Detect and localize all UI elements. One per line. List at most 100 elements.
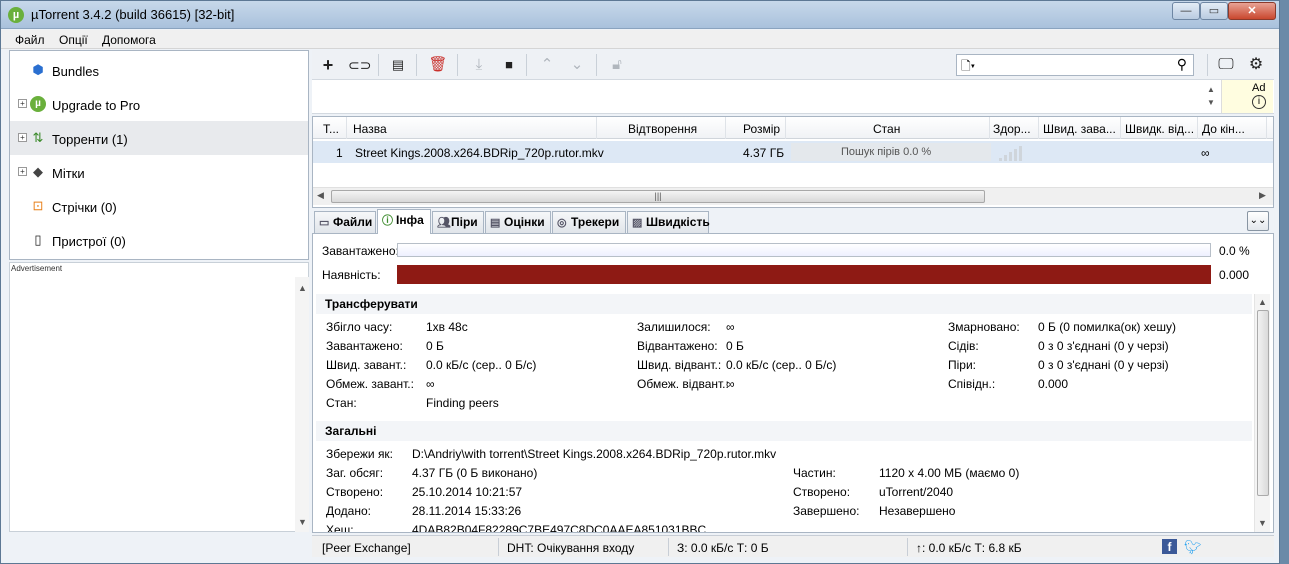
remove-torrent-button[interactable]: 🗑 <box>427 55 449 75</box>
ad-scrollbar[interactable]: ▲ ▼ <box>295 277 309 532</box>
row-name: Street Kings.2008.x264.BDRip_720p.rutor.… <box>355 146 604 160</box>
ad-scroll-arrows[interactable]: ▲ ▼ <box>1207 83 1215 109</box>
scroll-up-icon[interactable]: ▲ <box>1258 297 1267 307</box>
remaining-label: Залишилося: <box>637 320 711 334</box>
title-bar: µ µTorrent 3.4.2 (build 36615) [32-bit] … <box>1 1 1279 29</box>
column-header-name[interactable]: Назва <box>353 122 387 136</box>
sidebar-item-torrents[interactable]: + ⇅ Торренти (1) <box>10 121 308 155</box>
unlock-icon[interactable]: 🔓︎ <box>606 55 628 75</box>
torrents-icon: ⇅ <box>32 130 44 145</box>
row-number: 1 <box>336 146 343 160</box>
upload-status[interactable]: ↑: 0.0 кБ/с Т: 6.8 кБ <box>916 541 1022 555</box>
menu-file[interactable]: Файл <box>15 33 45 47</box>
column-separator <box>785 117 786 139</box>
info-icon[interactable]: i <box>1252 95 1266 109</box>
column-header-playback[interactable]: Відтворення <box>628 122 697 136</box>
settings-gear-icon[interactable]: ⚙ <box>1245 55 1267 75</box>
expand-icon[interactable]: + <box>18 133 27 142</box>
menu-options[interactable]: Опції <box>59 33 88 47</box>
download-status[interactable]: З: 0.0 кБ/с Т: 0 Б <box>677 541 769 555</box>
collapse-panel-button[interactable]: ⌄⌄ <box>1247 211 1269 231</box>
add-torrent-button[interactable]: + <box>317 55 339 75</box>
added-label: Додано: <box>326 504 371 518</box>
twitter-icon[interactable]: 🐦︎ <box>1184 539 1202 556</box>
device-icon: ▯ <box>34 232 42 247</box>
sidebar-item-labels[interactable]: + ◆ Мітки <box>10 155 308 189</box>
search-input[interactable] <box>987 57 1167 73</box>
move-down-button[interactable]: ⌄ <box>566 55 588 75</box>
toolbar-separator <box>1207 54 1208 76</box>
table-row[interactable]: 1 Street Kings.2008.x264.BDRip_720p.ruto… <box>313 141 1273 163</box>
scroll-right-icon[interactable]: ▶ <box>1259 190 1266 201</box>
transfer-heading: Трансферувати <box>316 294 1252 314</box>
expand-icon[interactable]: + <box>18 167 27 176</box>
tab-info[interactable]: ⓘ Інфа <box>377 209 431 234</box>
minimize-button[interactable]: — <box>1172 2 1200 20</box>
pex-status: [Peer Exchange] <box>322 541 411 555</box>
scroll-up-icon[interactable]: ▲ <box>298 283 307 293</box>
tab-label: Швидкість <box>646 215 710 229</box>
column-header-up-speed[interactable]: Швидк. від... <box>1125 122 1197 136</box>
wasted-value: 0 Б (0 помилка(ок) хешу) <box>1038 320 1176 334</box>
elapsed-label: Збігло часу: <box>326 320 393 334</box>
scrollbar-thumb[interactable]: ||| <box>331 190 985 203</box>
window-title: µTorrent 3.4.2 (build 36615) [32-bit] <box>31 7 235 22</box>
menu-help[interactable]: Допомога <box>102 33 156 47</box>
save-as-value: D:\Andriy\with torrent\Street Kings.2008… <box>412 447 777 461</box>
tab-files[interactable]: ▭ Файли <box>314 211 376 233</box>
toolbar-separator <box>596 54 597 76</box>
tab-peers[interactable]: 👥︎Піри <box>432 211 484 233</box>
ad-banner: ▲ ▼ Ad i <box>312 80 1274 114</box>
info-icon: ⓘ <box>382 215 393 227</box>
dht-status[interactable]: DHT: Очікування входу <box>507 541 634 555</box>
column-header-size[interactable]: Розмір <box>743 122 780 136</box>
search-icon[interactable]: ⚲ <box>1177 56 1187 73</box>
general-heading: Загальні <box>316 421 1252 441</box>
remote-monitor-button[interactable]: 🖵︎ <box>1215 55 1237 75</box>
sidebar-item-feeds[interactable]: ⊡ Стрічки (0) <box>10 189 308 223</box>
scroll-left-icon[interactable]: ◀ <box>317 190 324 201</box>
sidebar-item-bundles[interactable]: ⬢ Bundles <box>10 53 308 87</box>
toolbar-separator <box>378 54 379 76</box>
ad-box[interactable]: Ad i <box>1221 80 1273 113</box>
horizontal-scrollbar[interactable]: ◀ ||| ▶ <box>313 187 1273 205</box>
scroll-down-icon[interactable]: ▼ <box>1258 518 1267 528</box>
search-box[interactable]: 🗋︎▾ ⚲ <box>956 54 1194 76</box>
expand-icon[interactable]: + <box>18 99 27 108</box>
info-panel: Завантажено: 0.0 % Наявність: 0.000 Тран… <box>312 233 1274 533</box>
tag-icon: ◆ <box>33 164 43 179</box>
created-by-value: uTorrent/2040 <box>879 485 954 499</box>
column-header-number[interactable]: Т... <box>323 122 345 136</box>
ad-label: Advertisement <box>11 264 63 273</box>
scrollbar-thumb[interactable] <box>1257 310 1269 496</box>
sidebar-item-devices[interactable]: ▯ Пристрої (0) <box>10 223 308 257</box>
document-dropdown-icon[interactable]: 🗋︎▾ <box>961 57 975 78</box>
column-header-status[interactable]: Стан <box>873 122 900 136</box>
add-url-button[interactable]: ⊂⊃ <box>348 55 371 75</box>
total-size-label: Заг. обсяг: <box>326 466 384 480</box>
maximize-button[interactable]: ▭ <box>1200 2 1228 20</box>
vertical-scrollbar[interactable]: ▲ ▼ <box>1254 294 1270 532</box>
tab-trackers[interactable]: ◎ Трекери <box>552 211 626 233</box>
column-header-down-speed[interactable]: Швид. зава... <box>1043 122 1119 136</box>
sidebar-item-upgrade[interactable]: + µ Upgrade to Pro <box>10 87 308 121</box>
tab-ratings[interactable]: ▤ Оцінки <box>485 211 551 233</box>
stop-button[interactable]: ■ <box>498 55 520 75</box>
create-torrent-button[interactable]: ▤ <box>387 55 409 75</box>
status-separator <box>668 538 669 556</box>
close-button[interactable]: ✕ <box>1228 2 1276 20</box>
start-button[interactable]: ⤓ <box>468 55 490 75</box>
created-on-value: 25.10.2014 10:21:57 <box>412 485 523 499</box>
move-up-button[interactable]: ⌃ <box>536 55 558 75</box>
downloaded-label: Завантажено: <box>322 244 399 258</box>
tab-speed[interactable]: ▨ Швидкість <box>627 211 710 233</box>
column-header-health[interactable]: Здор... <box>993 122 1037 136</box>
facebook-icon[interactable]: f <box>1162 539 1177 554</box>
app-window: µ µTorrent 3.4.2 (build 36615) [32-bit] … <box>0 0 1280 564</box>
bundles-icon: ⬢ <box>32 62 44 77</box>
column-separator <box>725 117 726 139</box>
column-header-eta[interactable]: До кін... <box>1202 122 1250 136</box>
scroll-down-icon[interactable]: ▼ <box>298 517 307 527</box>
peers-value: 0 з 0 з'єднані (0 у черзі) <box>1038 358 1169 372</box>
utorrent-logo-icon: µ <box>8 7 24 23</box>
